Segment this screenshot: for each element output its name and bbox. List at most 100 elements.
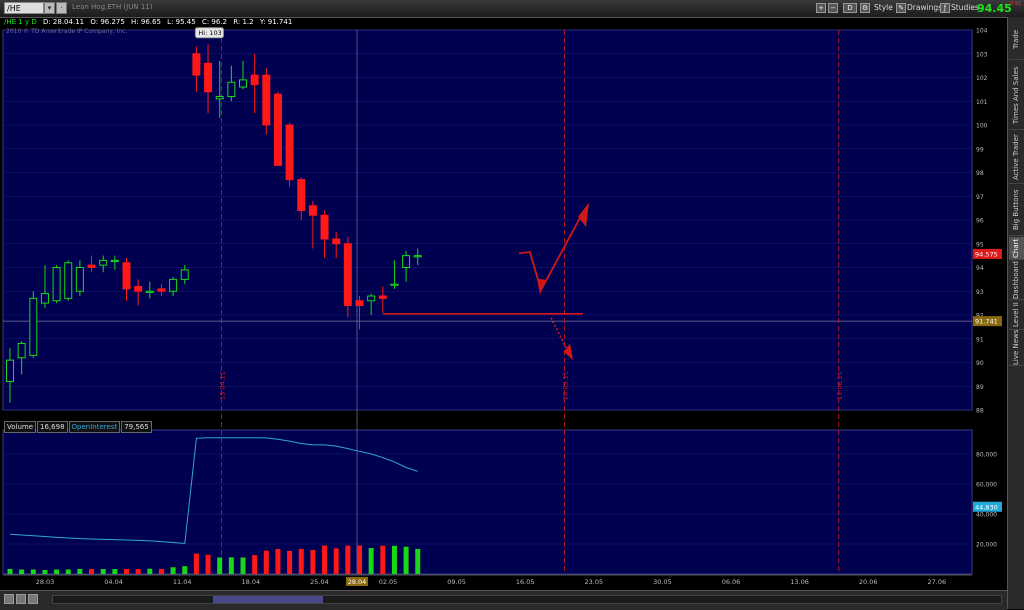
candle-body [355, 300, 364, 306]
volume-bar [182, 566, 188, 574]
zoom-in-icon[interactable]: + [816, 3, 826, 13]
oi-last-tag-label: 44,830 [975, 503, 998, 511]
volume-bar [193, 553, 199, 574]
oi-value: 79,565 [121, 421, 152, 433]
x-tick-label: 09.05 [447, 578, 466, 586]
price-tick-label: 96 [976, 218, 984, 225]
tab-big-buttons[interactable]: Big Buttons [1009, 185, 1024, 236]
period-button[interactable]: D [843, 3, 857, 13]
price-tick-label: 91 [976, 336, 984, 343]
x-tick-label: 06.06 [722, 578, 741, 586]
volume-bar [252, 555, 258, 574]
volume-bar [7, 568, 13, 574]
volume-bar [415, 548, 421, 574]
candle-body [367, 295, 376, 302]
volume-bar [263, 550, 269, 574]
cursor-date-tag-label: 28.04 [348, 578, 367, 586]
volume-bar [158, 568, 164, 574]
tab-times-and-sales[interactable]: Times And Sales [1009, 61, 1024, 130]
tab-chart[interactable]: Chart [1009, 237, 1024, 260]
candle-body [320, 214, 329, 240]
price-tick-label: 102 [976, 75, 988, 82]
studies-button[interactable]: Studies [951, 2, 979, 14]
candle-body [250, 74, 259, 86]
studies-icon[interactable]: ƒ [940, 3, 950, 13]
settings-icon[interactable]: ⚙ [860, 3, 870, 13]
tab-live-news[interactable]: Live News [1009, 330, 1024, 366]
hi-label: Hi: 103 [198, 29, 221, 37]
tab-trade[interactable]: Trade [1009, 19, 1024, 60]
tab-level-ii[interactable]: Level II [1009, 301, 1024, 330]
date-vline-label: 17.06.11 [836, 371, 844, 400]
candle-body [157, 288, 166, 292]
candle-body [29, 297, 38, 356]
candle-body [215, 96, 224, 100]
volume-bar [147, 568, 153, 574]
scroll-left-button[interactable] [4, 594, 14, 604]
candle-body [332, 238, 341, 245]
date-vline-label: 15.04.11 [218, 371, 226, 400]
copyright-notice: 2010 © TD Ameritrade IP Company, Inc. [6, 28, 128, 35]
tab-active-trader[interactable]: Active Trader [1009, 131, 1024, 184]
pencil-icon[interactable]: ✎ [896, 3, 906, 13]
scroll-track[interactable] [52, 595, 1002, 604]
price-tick-label: 100 [976, 123, 988, 130]
scroll-thumb[interactable] [213, 596, 323, 603]
candle-body [273, 93, 282, 166]
volume-bar [135, 569, 141, 574]
last-price-tag-label: 94.575 [975, 250, 998, 258]
chart-svg[interactable]: 8889909192939495969798991001011021031042… [0, 17, 1007, 590]
price-tick-label: 99 [976, 146, 984, 153]
candle-body [402, 255, 411, 268]
x-tick-label: 28.03 [36, 578, 55, 586]
candle-body [52, 267, 61, 302]
candle-body [285, 124, 294, 181]
x-tick-label: 27.06 [927, 578, 946, 586]
volume-bar [368, 548, 374, 574]
volume-bar [345, 545, 351, 574]
volume-value: 16,698 [37, 421, 68, 433]
x-tick-label: 20.06 [859, 578, 878, 586]
candle-body [134, 286, 143, 292]
candle-body [308, 205, 317, 216]
symbol-input[interactable]: /HE [4, 2, 44, 14]
volume-tick-label: 60,000 [976, 482, 997, 489]
drawings-button[interactable]: Drawings [907, 2, 942, 14]
candle-body [239, 79, 247, 88]
candle-body [227, 81, 236, 97]
candle-body [297, 179, 306, 211]
candle-body [390, 283, 399, 286]
candle-body [192, 53, 201, 76]
tab-dashboard[interactable]: Dashboard [1009, 261, 1024, 300]
volume-bar [380, 545, 386, 574]
style-button[interactable]: Style [874, 2, 893, 14]
price-tick-label: 104 [976, 28, 988, 35]
x-tick-label: 02.05 [379, 578, 398, 586]
symbol-dropdown-button[interactable]: ▾ [44, 2, 55, 14]
candle-body [17, 343, 26, 359]
x-tick-label: 13.06 [790, 578, 809, 586]
price-tick-label: 94 [976, 265, 984, 272]
settings-small-icon[interactable] [28, 594, 38, 604]
candle-body [6, 359, 14, 382]
price-tick-label: 89 [976, 384, 984, 391]
x-tick-label: 16.05 [516, 578, 535, 586]
volume-bar [124, 569, 129, 574]
volume-bar [240, 557, 246, 574]
volume-bar [391, 545, 397, 574]
candle-body [262, 74, 271, 126]
symbol-description: Lean Hog,ETH (JUN 11) [72, 3, 153, 11]
volume-bar [30, 569, 36, 574]
x-tick-label: 23.05 [584, 578, 603, 586]
candle-body [413, 255, 422, 258]
zoom-out-icon[interactable]: − [828, 3, 838, 13]
candle-body [122, 262, 131, 290]
candle-body [40, 293, 49, 304]
price-tick-label: 93 [976, 289, 984, 296]
volume-tick-label: 20,000 [976, 542, 997, 549]
cursor-price-tag-label: 91.741 [975, 318, 998, 326]
x-tick-label: 04.04 [104, 578, 123, 586]
price-tick-label: 98 [976, 170, 984, 177]
symbol-lookup-button[interactable]: · [56, 2, 67, 14]
zoom-icon[interactable] [16, 594, 26, 604]
